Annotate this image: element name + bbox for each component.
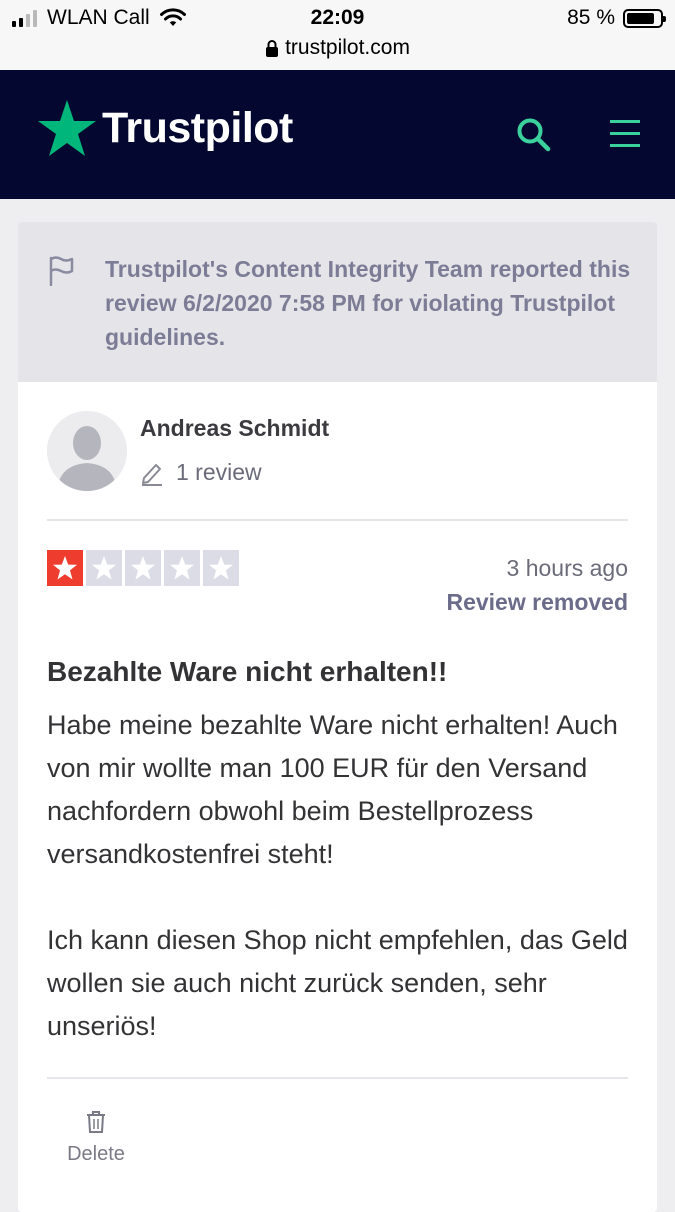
star-empty (86, 550, 122, 586)
logo-text: Trustpilot (102, 103, 293, 152)
notice-text: Trustpilot's Content Integrity Team repo… (105, 256, 631, 350)
menu-icon (610, 120, 640, 147)
star-empty (203, 550, 239, 586)
lock-icon (266, 40, 279, 57)
trustpilot-logo[interactable]: Trustpilot (38, 100, 293, 156)
menu-button[interactable] (608, 118, 642, 150)
star-logo-icon (38, 100, 96, 156)
review-card: Trustpilot's Content Integrity Team repo… (18, 222, 657, 1212)
status-right: 85 % (567, 6, 666, 30)
review-body: Habe meine bezahlte Ware nicht erhalten!… (47, 710, 628, 1041)
review-status: Review removed (446, 589, 628, 615)
pencil-icon (142, 463, 162, 486)
review-date: 3 hours ago (506, 555, 628, 581)
battery-percent: 85 % (567, 6, 615, 29)
star-icon (53, 556, 77, 580)
battery-icon (623, 8, 666, 28)
star-empty (125, 550, 161, 586)
url-text: trustpilot.com (285, 36, 410, 59)
star-icon (92, 556, 116, 580)
search-icon (517, 118, 551, 152)
delete-button[interactable]: Delete (64, 1110, 128, 1166)
avatar[interactable] (47, 411, 127, 491)
site-header: Trustpilot (0, 70, 675, 199)
review-count: 1 review (176, 459, 262, 485)
flag-icon (49, 256, 74, 286)
star-empty (164, 550, 200, 586)
user-silhouette-icon (47, 411, 127, 491)
trash-icon (87, 1111, 105, 1133)
star-icon (209, 556, 233, 580)
delete-label: Delete (67, 1143, 125, 1165)
review-count-row: 1 review (140, 459, 262, 486)
search-button[interactable] (515, 116, 551, 152)
star-rating (47, 550, 239, 586)
star-icon (131, 556, 155, 580)
review-title: Bezahlte Ware nicht erhalten!! (47, 656, 448, 687)
divider (47, 1077, 628, 1079)
star-icon (170, 556, 194, 580)
moderation-notice: Trustpilot's Content Integrity Team repo… (18, 222, 657, 382)
divider (47, 519, 628, 521)
address-bar[interactable]: trustpilot.com (0, 36, 675, 60)
reviewer-name[interactable]: Andreas Schmidt (140, 415, 329, 442)
status-bar: WLAN Call 22:09 85 % trustpilot.com (0, 0, 675, 70)
star-filled (47, 550, 83, 586)
